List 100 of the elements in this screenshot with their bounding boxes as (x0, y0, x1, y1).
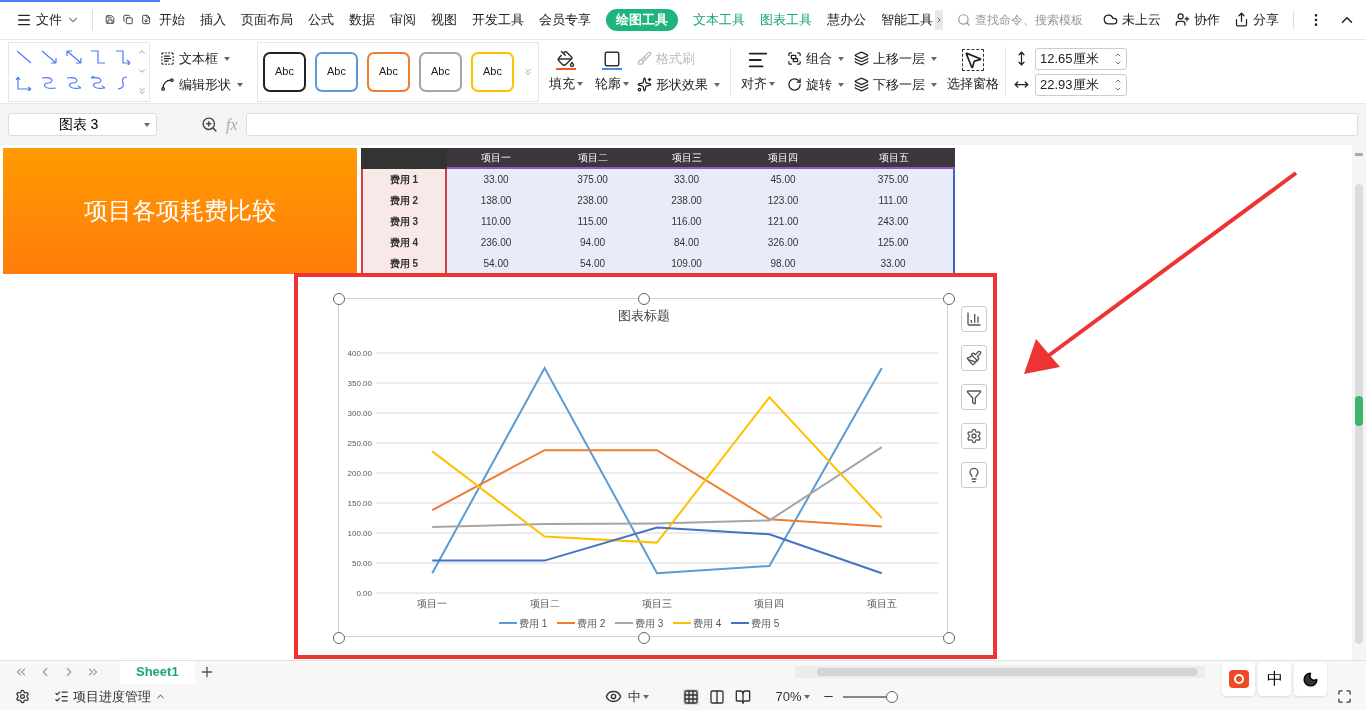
chart-tool-button[interactable] (961, 345, 987, 371)
normal-view-icon[interactable] (683, 688, 700, 705)
table-cell: 111.00 (833, 190, 955, 211)
file-menu[interactable]: 文件 (12, 9, 84, 30)
table-cell: 238.00 (640, 190, 733, 211)
line-shape-icon[interactable] (89, 74, 108, 91)
zoom-slider-thumb[interactable] (886, 690, 898, 703)
line-shape-icon[interactable] (114, 48, 133, 65)
formula-input[interactable] (245, 113, 1358, 136)
language-button[interactable]: 中 (628, 686, 650, 707)
column-header: 项目三 (640, 148, 733, 169)
x-axis-label: 项目二 (529, 598, 560, 609)
legend-label: 费用 2 (577, 618, 606, 629)
align-button[interactable]: 对齐 (741, 49, 775, 94)
ribbon-tab[interactable]: 开始 (158, 9, 185, 30)
ime-mode-button[interactable]: 中 (1258, 662, 1291, 696)
ribbon-tab[interactable]: 开发工具 (471, 9, 524, 30)
ribbon-tab[interactable]: 审阅 (389, 9, 416, 30)
zoom-level-button[interactable]: 70% (775, 686, 810, 707)
shape-effects-button[interactable]: 形状效果 (637, 73, 720, 96)
rotate-button[interactable]: 旋转 (787, 73, 844, 96)
horizontal-scrollbar[interactable] (794, 666, 1205, 678)
resize-handle[interactable] (638, 293, 650, 305)
resize-handle[interactable] (943, 293, 955, 305)
y-axis-label: 300.00 (347, 409, 372, 418)
ribbon-tab[interactable]: 数据 (348, 9, 375, 30)
line-shape-icon[interactable] (39, 48, 58, 65)
header-action[interactable]: 分享 (1234, 9, 1279, 30)
chart-tool-button[interactable] (961, 306, 987, 332)
search-field[interactable]: 查找命令、搜索模板 (957, 10, 1103, 29)
edit-shape-button[interactable]: 编辑形状 (160, 73, 243, 96)
ime-logo-icon (1228, 670, 1249, 688)
line-shape-icon[interactable] (39, 74, 58, 91)
shape-style[interactable]: Abc (367, 51, 410, 92)
table-cell: 138.00 (447, 190, 545, 211)
ribbon-tab[interactable]: 慧办公 (826, 9, 866, 30)
legend-label: 费用 5 (751, 618, 780, 629)
ribbon-tab[interactable]: 页面布局 (240, 9, 293, 30)
send-backward-button[interactable]: 下移一层 (854, 73, 937, 96)
ribbon-tab[interactable]: 视图 (430, 9, 457, 30)
table-cell: 45.00 (733, 169, 833, 190)
name-box[interactable]: 图表 3 (8, 113, 157, 136)
table-cell: 84.00 (640, 232, 733, 253)
column-header: 项目二 (545, 148, 640, 169)
chart-tool-button[interactable] (961, 384, 987, 410)
page-layout-icon[interactable] (709, 688, 726, 705)
vertical-scrollbar[interactable] (1352, 145, 1366, 660)
caret-icon (224, 56, 230, 61)
workbook-button[interactable]: 项目进度管理 (54, 686, 166, 707)
table-cell: 238.00 (545, 190, 640, 211)
table-cell: 54.00 (545, 253, 640, 274)
ribbon-tab[interactable]: 公式 (307, 9, 334, 30)
table-cell: 54.00 (447, 253, 545, 274)
size-field[interactable]: 12.65厘米 (1035, 47, 1127, 70)
resize-handle[interactable] (638, 632, 650, 644)
ribbon-tab[interactable]: 智能工具 (880, 9, 933, 30)
page-break-icon[interactable] (735, 688, 752, 705)
outline-icon (602, 49, 622, 70)
ime-logo-button[interactable] (1222, 662, 1255, 696)
fill-button[interactable]: 填充 (549, 73, 583, 94)
group-button[interactable]: 组合 (787, 47, 844, 70)
x-axis-label: 项目四 (754, 598, 785, 609)
line-shape-icon[interactable] (64, 74, 83, 91)
line-shape-icon[interactable] (15, 48, 33, 65)
line-shape-icon[interactable] (64, 48, 83, 65)
shape-style[interactable]: Abc (419, 51, 462, 92)
size-field[interactable]: 22.93厘米 (1035, 73, 1127, 96)
ime-night-button[interactable] (1294, 662, 1327, 696)
share-icon (1234, 12, 1249, 27)
ribbon-tab[interactable]: 会员专享 (538, 9, 591, 30)
y-axis-label: 150.00 (347, 499, 372, 508)
zoom-icon[interactable] (201, 116, 218, 133)
caret-icon (577, 81, 583, 86)
fullscreen-icon[interactable] (1337, 689, 1352, 704)
resize-handle[interactable] (333, 293, 345, 305)
chart-tool-button[interactable] (961, 462, 987, 488)
table-cell: 375.00 (545, 169, 640, 190)
header-action[interactable]: 未上云 (1103, 9, 1161, 30)
shape-style[interactable]: Abc (263, 51, 306, 92)
y-axis-label: 200.00 (347, 469, 372, 478)
outline-button[interactable]: 轮廓 (595, 73, 629, 94)
resize-handle[interactable] (333, 632, 345, 644)
title-shape: 项目各项耗费比较 (3, 148, 357, 274)
bring-forward-button[interactable]: 上移一层 (854, 47, 937, 70)
column-header: 项目五 (833, 148, 955, 169)
filter-icon (966, 389, 982, 405)
line-shape-icon[interactable] (15, 74, 33, 91)
selection-pane-button[interactable]: 选择窗格 (947, 49, 999, 94)
shape-style[interactable]: Abc (471, 51, 514, 92)
selection-pane-icon (962, 49, 984, 72)
resize-handle[interactable] (943, 632, 955, 644)
text-box-button[interactable]: 文本框 (160, 47, 243, 70)
caret-icon (803, 694, 810, 699)
shape-style[interactable]: Abc (315, 51, 358, 92)
chart-tool-button[interactable] (961, 423, 987, 449)
header-action[interactable]: 协作 (1175, 9, 1220, 30)
legend-item: 费用 3 (614, 618, 664, 629)
eye-icon[interactable] (605, 688, 623, 705)
ribbon-tab[interactable]: 插入 (199, 9, 226, 30)
y-axis-label: 50.00 (351, 559, 372, 568)
